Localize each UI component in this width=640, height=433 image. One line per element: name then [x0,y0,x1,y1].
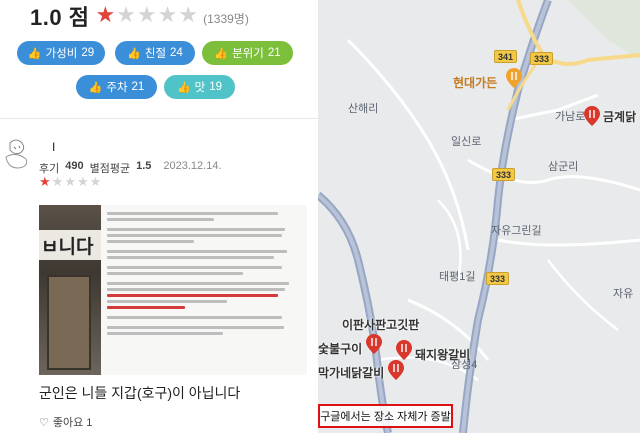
map-label-dakgalbi[interactable]: 막가네닭갈비 [318,364,384,381]
map-label-samseong: 삼성4 [451,359,478,371]
route-shield: 333 [486,272,510,285]
chip-value[interactable]: 👍 가성비 29 [17,41,105,65]
star-icon: ★ [95,3,116,28]
thumbs-up-icon: 👍 [88,80,103,94]
map-label-geumge[interactable]: 금계닭 [603,108,636,125]
chip-count: 21 [267,47,281,59]
photo-storefront: ㅂ니다 [39,205,101,375]
route-shield: 333 [492,168,516,181]
star-icon: ★ [89,175,102,190]
chip-label: 주차 [106,82,128,94]
reviews-label: 후기 [39,163,60,175]
like-label: 좋아요 1 [52,417,93,429]
map-view[interactable]: 341 333 333 333 현대가든 금계닭 가남로 산해리 일신로 삼군리… [318,0,640,433]
map-caption-box: 구글에서는 장소 자체가 증발 [318,404,453,428]
review-caption: 군인은 니들 지갑(호구)이 아닙니다 [39,385,241,401]
photo-sign: ㅂ니다 [39,230,101,260]
restaurant-pin-icon[interactable] [366,334,382,354]
review-photo[interactable]: ㅂ니다 [39,205,307,375]
map-label-taemyeong: 태평1길 [439,271,476,283]
chip-count: 24 [170,47,183,59]
map-label-sanhaeri: 산해리 [348,103,379,115]
reviews-count: 490 [65,160,84,172]
divider [0,118,318,119]
thumbs-up-icon: 👍 [127,46,141,60]
star-icon: ★ [157,3,178,28]
like-button[interactable]: ♡ 좋아요 1 [39,414,92,430]
avg-label: 별점평균 [89,163,131,175]
map-label-ilsinro: 일신로 [451,136,482,148]
map-label-bulgui[interactable]: 숯불구이 [318,340,362,357]
star-icon: ★ [51,175,64,190]
chip-label: 가성비 [45,48,78,60]
star-icon: ★ [178,3,199,28]
review-meta: 후기 490 별점평균 1.5 2023.12.14. [39,160,222,176]
star-icon: ★ [76,175,89,190]
rating-score: 1.0 점 [30,5,90,30]
thumbs-up-icon: 👍 [214,46,229,60]
route-shield: 333 [530,52,554,65]
map-label-gaenamro: 가남로 [555,111,586,123]
chip-label: 친절 [144,48,167,60]
chip-atmosphere[interactable]: 👍 분위기 21 [202,41,293,65]
map-label-samgunri: 삼군리 [548,161,579,173]
avatar[interactable] [2,137,32,171]
review-date: 2023.12.14. [163,160,222,172]
thumbs-up-icon: 👍 [176,80,191,94]
star-icon: ★ [64,175,76,190]
star-icon: ★ [136,3,157,28]
review-author[interactable]: I [52,140,55,154]
star-icon: ★ [39,175,51,190]
rating-summary: 1.0 점 ★ ★ ★ ★ ★ (1339명) [30,2,249,31]
review-stars: ★ ★ ★ ★ ★ [39,176,102,190]
avg-value: 1.5 [136,160,152,172]
rating-count: (1339명) [203,11,249,26]
chip-label: 맛 [194,82,206,94]
chip-parking[interactable]: 👍 주차 21 [76,75,157,99]
photo-article-text [101,205,307,375]
star-icon: ★ [116,3,136,28]
thumbs-up-icon: 👍 [27,46,42,60]
photo-door [47,275,91,370]
chip-count: 21 [131,81,145,93]
chip-count: 19 [209,81,223,93]
heart-icon: ♡ [39,415,49,429]
restaurant-pin-icon[interactable] [396,340,412,360]
map-label-hyundai-garden[interactable]: 현대가든 [453,74,497,91]
restaurant-pin-icon[interactable] [584,106,600,126]
restaurant-pin-icon[interactable] [388,360,404,380]
restaurant-pin-icon[interactable] [506,68,522,88]
map-label-jayu: 자유 [613,288,634,300]
review-panel: 1.0 점 ★ ★ ★ ★ ★ (1339명) 👍 가성비 29 👍 친절 24… [0,0,318,433]
route-shield: 341 [494,50,518,63]
map-label-jayugeurinro: 자유그린길 [491,225,542,237]
chip-label: 분위기 [232,48,264,60]
chip-taste[interactable]: 👍 맛 19 [164,75,235,99]
chip-count: 29 [81,47,95,59]
chip-kindness[interactable]: 👍 친절 24 [115,41,195,65]
map-label-ipansa[interactable]: 이판사판고깃판 [342,316,419,333]
rating-stars: ★ ★ ★ ★ ★ [95,5,199,27]
